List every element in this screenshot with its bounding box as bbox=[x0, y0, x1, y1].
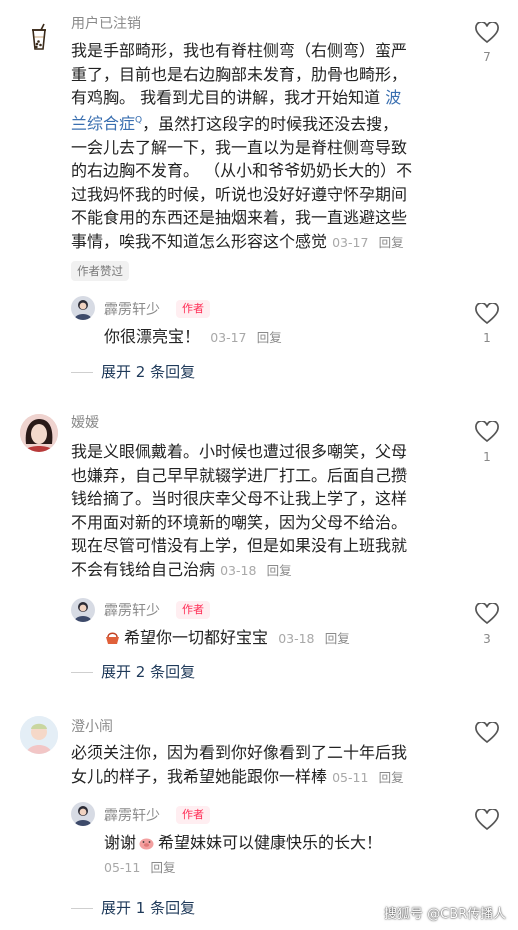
reply-button[interactable]: 回复 bbox=[151, 860, 176, 875]
reply-text: 你很漂亮宝！ 03-17 回复 bbox=[104, 327, 282, 346]
comment-date: 03-17 bbox=[332, 235, 369, 251]
reply-username[interactable]: 霹雳轩少 bbox=[104, 600, 160, 620]
reply-date: 03-18 bbox=[278, 631, 315, 646]
avatar[interactable] bbox=[71, 598, 95, 622]
heart-icon[interactable] bbox=[475, 421, 499, 443]
author-liked-tag: 作者赞过 bbox=[71, 261, 129, 281]
like-count: 3 bbox=[483, 632, 491, 646]
comment-username[interactable]: 嫒嫒 bbox=[71, 412, 99, 432]
user-avatar-icon bbox=[74, 300, 92, 320]
heart-icon[interactable] bbox=[475, 722, 499, 744]
user-avatar-icon bbox=[74, 602, 92, 622]
comment-date: 05-11 bbox=[332, 769, 369, 785]
reply-text: 希望你一切都好宝宝 03-18 回复 bbox=[104, 626, 350, 651]
reply-username[interactable]: 霹雳轩少 bbox=[104, 299, 160, 319]
avatar[interactable] bbox=[24, 22, 54, 52]
like-count: 7 bbox=[483, 50, 491, 64]
reply-date: 05-11 bbox=[104, 859, 141, 875]
reply-button[interactable]: 回复 bbox=[267, 563, 292, 578]
heart-icon[interactable] bbox=[475, 809, 499, 831]
heart-icon[interactable] bbox=[475, 303, 499, 325]
author-badge: 作者 bbox=[176, 806, 210, 824]
reply-button[interactable]: 回复 bbox=[257, 330, 282, 345]
comment-text: 我是义眼佩戴着。小时候也遭过很多嘲笑，父母 也嫌弃，自己早早就辍学进厂打工。后面… bbox=[71, 442, 408, 579]
comment-username[interactable]: 用户已注销 bbox=[71, 13, 141, 33]
reply-text: 谢谢 希望妹妹可以健康快乐的长大！ 05-11 回复 bbox=[104, 833, 383, 875]
topic-link-cont[interactable]: 兰综合症Q bbox=[71, 114, 142, 133]
expand-replies-button[interactable]: 展开 1 条回复 bbox=[71, 897, 195, 918]
divider bbox=[71, 372, 93, 373]
divider bbox=[71, 908, 93, 909]
avatar[interactable] bbox=[71, 802, 95, 826]
like-count: 1 bbox=[483, 331, 491, 345]
reply-button[interactable]: 回复 bbox=[379, 770, 404, 785]
user-avatar-icon bbox=[20, 716, 58, 754]
expand-replies-button[interactable]: 展开 2 条回复 bbox=[71, 661, 195, 682]
expand-replies-button[interactable]: 展开 2 条回复 bbox=[71, 361, 195, 382]
reply-button[interactable]: 回复 bbox=[379, 235, 404, 250]
avatar[interactable] bbox=[20, 414, 58, 452]
reply-username[interactable]: 霹雳轩少 bbox=[104, 805, 160, 825]
heart-icon[interactable] bbox=[475, 22, 499, 44]
reply-button[interactable]: 回复 bbox=[325, 631, 350, 646]
user-avatar-icon bbox=[20, 414, 58, 452]
pig-emoji-icon bbox=[139, 838, 154, 850]
comment-username[interactable]: 澄小闹 bbox=[71, 716, 113, 736]
watermark: 搜狐号 @CBR传播人 bbox=[384, 907, 507, 922]
comment-text: 必须关注你，因为看到你好像看到了二十年后我 女儿的样子，我希望她能跟你一样棒 0… bbox=[71, 743, 408, 786]
divider bbox=[71, 672, 93, 673]
reply-date: 03-17 bbox=[210, 330, 247, 345]
author-badge: 作者 bbox=[176, 300, 210, 318]
like-count: 1 bbox=[483, 450, 491, 464]
topic-link[interactable]: 波 bbox=[385, 88, 401, 107]
author-badge: 作者 bbox=[176, 601, 210, 619]
user-avatar-icon bbox=[74, 806, 92, 826]
avatar[interactable] bbox=[20, 716, 58, 754]
avatar[interactable] bbox=[71, 296, 95, 320]
comment-text: 我是手部畸形，我也有脊柱侧弯（右侧弯）蛮严 重了，目前也是右边胸部未发育，肋骨也… bbox=[71, 41, 413, 252]
basket-emoji-icon bbox=[106, 632, 119, 644]
heart-icon[interactable] bbox=[475, 603, 499, 625]
bubble-tea-icon bbox=[32, 23, 46, 50]
comment-date: 03-18 bbox=[220, 562, 257, 578]
